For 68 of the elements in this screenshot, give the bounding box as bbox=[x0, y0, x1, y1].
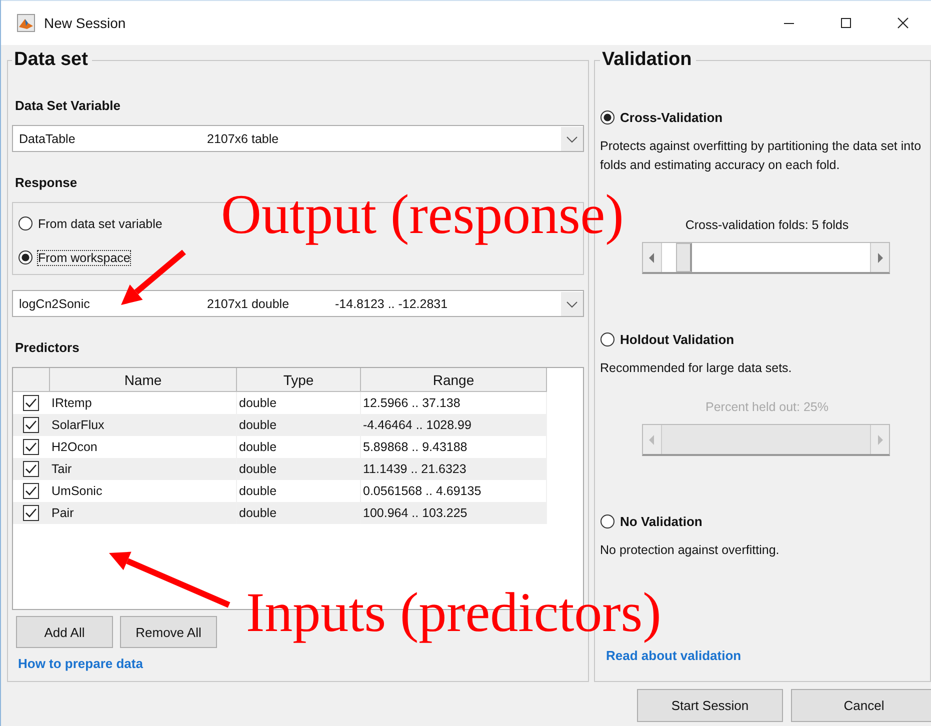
checkbox-checked[interactable] bbox=[23, 395, 40, 411]
description-text: Recommended for large data sets. bbox=[600, 360, 793, 377]
button[interactable]: Remove All bbox=[120, 616, 217, 648]
checkbox-checked[interactable] bbox=[23, 439, 40, 455]
table-cell: double bbox=[236, 480, 360, 502]
radio-label[interactable]: From data set variable bbox=[38, 216, 162, 230]
table-cell: double bbox=[236, 414, 360, 436]
left-arrow-icon[interactable] bbox=[649, 252, 655, 262]
button[interactable]: Start Session bbox=[637, 689, 783, 722]
table-cell: Pair bbox=[50, 502, 236, 524]
help-link[interactable]: How to prepare data bbox=[18, 656, 584, 671]
dropdown[interactable]: logCn2Sonic 2107x1 double -14.8123 .. -12.2831 bbox=[12, 290, 584, 317]
section-label: Predictors bbox=[15, 340, 80, 355]
checkbox-checked[interactable] bbox=[23, 505, 40, 521]
radio-button-selected[interactable] bbox=[600, 110, 615, 125]
table-cell: -4.46464 .. 1028.99 bbox=[360, 414, 546, 436]
table-cell: SolarFlux bbox=[50, 414, 236, 436]
radio-label[interactable]: Cross-Validation bbox=[620, 110, 723, 125]
section-label: Data Set Variable bbox=[15, 98, 122, 113]
table-cell: 11.1439 .. 21.6323 bbox=[360, 458, 546, 480]
slider[interactable] bbox=[642, 242, 890, 274]
radio-label[interactable]: No Validation bbox=[620, 514, 702, 529]
button[interactable]: Cancel bbox=[791, 689, 931, 722]
column-header[interactable]: Type bbox=[236, 368, 360, 392]
table-cell: double bbox=[236, 502, 360, 524]
column-header[interactable]: Range bbox=[360, 368, 546, 392]
column-header bbox=[13, 368, 50, 392]
radio-label[interactable]: From workspace bbox=[38, 250, 130, 264]
slider-thumb[interactable] bbox=[676, 243, 692, 272]
radio-label[interactable]: Holdout Validation bbox=[620, 332, 734, 347]
table-cell: 0.0561568 .. 4.69135 bbox=[360, 480, 546, 502]
button[interactable]: Add All bbox=[16, 616, 113, 648]
window-title: New Session bbox=[44, 15, 126, 31]
radio-button[interactable] bbox=[600, 514, 615, 529]
panel-title: Data set bbox=[13, 49, 89, 71]
annotation-text: Output (response) bbox=[221, 187, 624, 243]
table-cell: UmSonic bbox=[50, 480, 236, 502]
table-cell: H2Ocon bbox=[50, 436, 236, 458]
table-cell: double bbox=[236, 458, 360, 480]
annotation-text: Inputs (predictors) bbox=[246, 585, 662, 641]
close-icon[interactable] bbox=[896, 17, 908, 29]
chevron-icon bbox=[561, 126, 583, 150]
radio-button-selected[interactable] bbox=[18, 250, 33, 265]
table-cell: 12.5966 .. 37.138 bbox=[360, 392, 546, 414]
table-cell: double bbox=[236, 436, 360, 458]
table-cell: 5.89868 .. 9.43188 bbox=[360, 436, 546, 458]
table-cell: double bbox=[236, 392, 360, 414]
dropdown[interactable]: DataTable 2107x6 table bbox=[12, 125, 584, 152]
chevron-icon bbox=[561, 292, 583, 316]
slider-caption: Cross-validation folds: 5 folds bbox=[684, 218, 850, 232]
checkbox-checked[interactable] bbox=[23, 417, 40, 433]
description-text: Protects against overfitting by partitioning the data set into folds and estimating accuracy on each fold. bbox=[600, 138, 922, 174]
column-header[interactable]: Name bbox=[50, 368, 236, 392]
table-cell: Tair bbox=[50, 458, 236, 480]
help-link[interactable]: Read about validation bbox=[606, 648, 930, 663]
radio-button[interactable] bbox=[18, 216, 33, 231]
panel-title: Validation bbox=[601, 49, 693, 71]
section-label: Response bbox=[15, 175, 78, 190]
right-arrow-icon[interactable] bbox=[877, 252, 883, 262]
maximize-icon[interactable] bbox=[840, 17, 852, 29]
table-cell: 100.964 .. 103.225 bbox=[360, 502, 546, 524]
app-icon bbox=[17, 14, 35, 32]
checkbox-checked[interactable] bbox=[23, 483, 40, 499]
table-cell: IRtemp bbox=[50, 392, 236, 414]
radio-button[interactable] bbox=[600, 332, 615, 347]
slider-caption: Percent held out: 25% bbox=[704, 400, 830, 414]
checkbox-checked[interactable] bbox=[23, 461, 40, 477]
description-text: No protection against overfitting. bbox=[600, 542, 780, 559]
